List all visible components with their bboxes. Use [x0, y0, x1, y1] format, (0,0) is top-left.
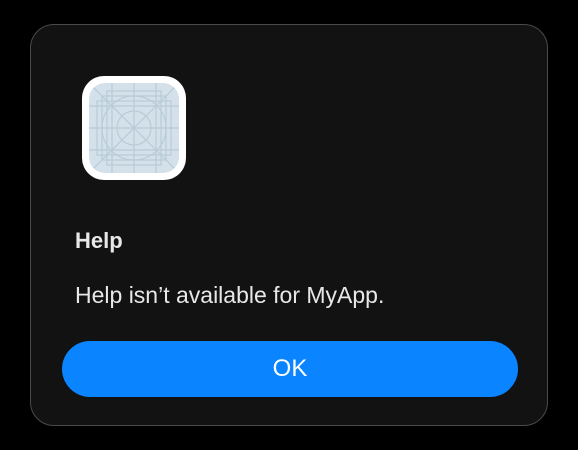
alert-message: Help isn’t available for MyApp.	[75, 282, 385, 308]
app-placeholder-icon	[82, 76, 186, 180]
ok-button[interactable]: OK	[62, 341, 518, 397]
alert-title: Help	[75, 228, 123, 253]
alert-dialog: Help Help isn’t available for MyApp. OK	[30, 24, 548, 426]
